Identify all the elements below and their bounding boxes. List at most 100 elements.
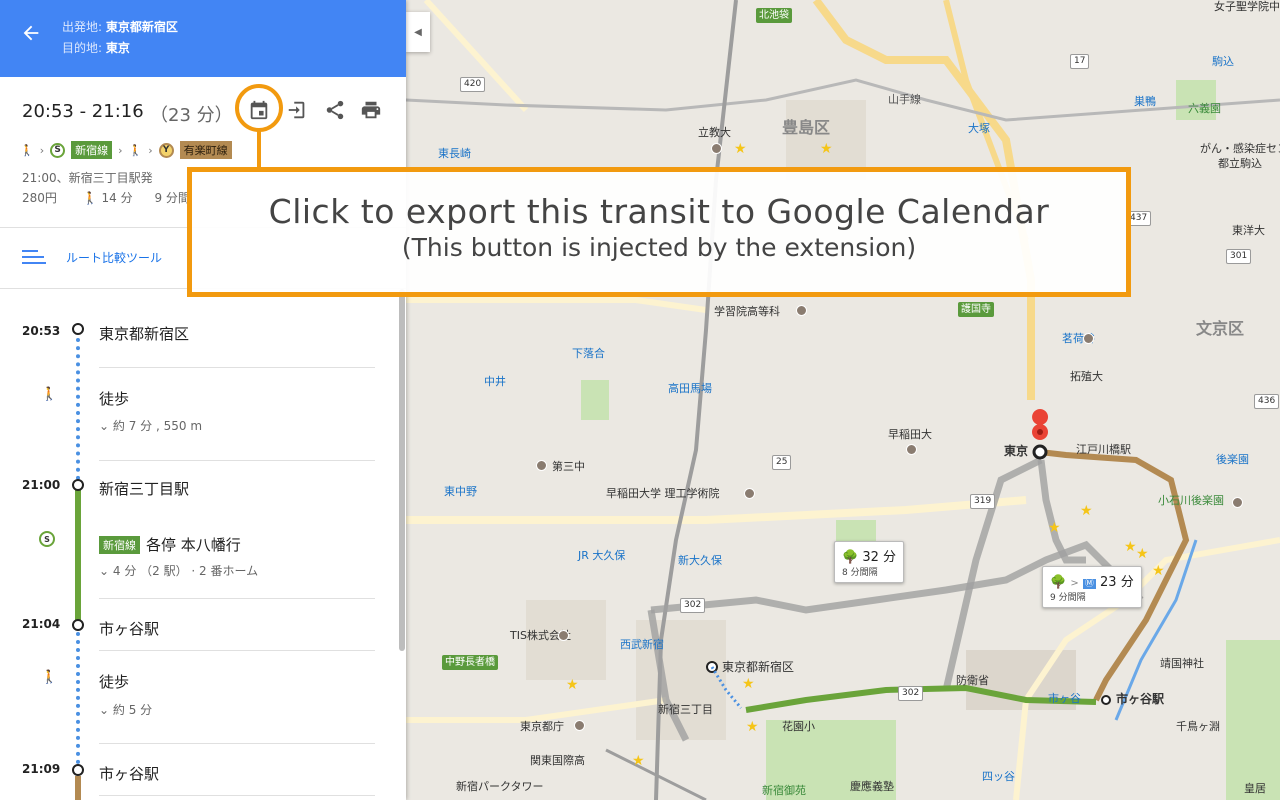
map-label: 女子聖学院中	[1214, 0, 1280, 13]
stop-marker	[72, 764, 84, 776]
step-details-toggle[interactable]: ⌄ 4 分 （2 駅） · 2 番ホーム	[99, 562, 258, 579]
metro-icon: Ⓜ	[1082, 579, 1096, 589]
print-icon	[361, 101, 381, 119]
compare-tool-link[interactable]: ルート比較ツール	[66, 249, 162, 266]
fare: 280円	[22, 191, 57, 205]
map-label: 花園小	[782, 720, 815, 733]
shinjuku-line-icon: S	[39, 531, 55, 547]
transit-row: 新宿線 各停 本八幡行	[99, 534, 241, 555]
star-icon: ★	[1124, 539, 1137, 555]
map-label: 都立駒込	[1218, 157, 1262, 170]
calendar-button-highlight	[235, 84, 283, 132]
collapse-panel-button[interactable]: ◀	[406, 12, 430, 52]
map-label: 新宿パークタワー	[456, 780, 544, 793]
map-label: 四ッ谷	[982, 770, 1015, 783]
map-label: 北池袋	[756, 8, 792, 23]
map-label: 靖国神社	[1160, 657, 1204, 670]
annotation-callout: Click to export this transit to Google C…	[187, 167, 1131, 297]
road-shield: 302	[898, 686, 924, 701]
divider	[99, 795, 375, 796]
map-label: 護国寺	[958, 302, 994, 317]
map-label: 江戸川橋駅	[1076, 443, 1131, 456]
destination-row[interactable]: 目的地: 東京	[62, 40, 130, 56]
map-label: 立教大	[698, 126, 731, 139]
star-icon: ★	[1136, 546, 1149, 562]
walk-icon: 🚶	[41, 670, 58, 685]
poi-icon	[711, 143, 722, 154]
map-label: 大塚	[968, 122, 990, 135]
map-label: 市ヶ谷駅	[1116, 692, 1165, 706]
bubble-interval: 9 分間隔	[1050, 593, 1086, 603]
departure-info: 21:00、新宿三丁目駅発	[22, 171, 153, 185]
origin-key: 出発地:	[62, 20, 103, 34]
map-label: 東長崎	[438, 147, 471, 160]
map-label: がん・感染症セン	[1200, 142, 1280, 155]
directions-header: 出発地: 東京都新宿区 目的地: 東京	[0, 0, 406, 77]
map-label: 六義園	[1188, 102, 1221, 115]
district-label: 文京区	[1196, 319, 1245, 338]
panel-scrollbar[interactable]	[399, 289, 405, 651]
poi-icon	[558, 630, 569, 641]
trip-duration: （23 分）	[150, 105, 233, 126]
trip-time-range: 20:53 - 21:16	[22, 101, 144, 122]
print-button[interactable]	[358, 97, 384, 123]
map-label: 防衛省	[956, 674, 989, 687]
step-place[interactable]: 市ヶ谷駅	[99, 763, 159, 784]
chevron-down-icon: ⌄	[99, 703, 110, 717]
chevron-down-icon: ⌄	[99, 419, 110, 433]
bubble-time: 23 分	[1100, 575, 1134, 590]
shinjuku-line-icon: S	[50, 142, 66, 158]
step-place[interactable]: 東京都新宿区	[99, 323, 189, 344]
walk-icon: 🚶	[41, 387, 58, 402]
road-shield: 302	[680, 598, 706, 613]
map-label: 中井	[484, 375, 506, 388]
share-icon	[326, 100, 344, 120]
origin-value: 東京都新宿区	[105, 20, 178, 34]
poi-icon	[1083, 333, 1094, 344]
road-shield: 319	[970, 494, 996, 509]
step-detail: 約 5 分	[112, 703, 153, 717]
step-mode: 徒歩	[99, 390, 130, 408]
compare-menu-icon	[22, 249, 46, 268]
step-time: 21:00	[22, 478, 61, 492]
origin-row[interactable]: 出発地: 東京都新宿区	[62, 19, 178, 35]
map-label: 駒込	[1212, 55, 1234, 68]
chevron-down-icon: ⌄	[99, 564, 110, 578]
map-canvas[interactable]: 豊島区 文京区 山手線 東京 市ヶ谷駅 東京都新宿区 新宿三丁目 江戸川橋駅 小…	[406, 0, 1280, 800]
star-icon: ★	[746, 719, 759, 735]
road-shield: 301	[1226, 249, 1252, 264]
divider	[99, 650, 375, 651]
shinjuku-line-badge: 新宿線	[71, 141, 113, 159]
route-lines-row: 🚶 › S 新宿線 › 🚶 › Y 有楽町線	[20, 141, 232, 159]
route-option-bubble[interactable]: 🌳 32 分 8 分間隔	[834, 541, 905, 583]
send-to-phone-button[interactable]	[284, 97, 310, 123]
map-label: 山手線	[888, 93, 921, 106]
back-arrow-icon[interactable]	[20, 22, 42, 44]
route-option-bubble[interactable]: 🌳 > Ⓜ 23 分 9 分間隔	[1042, 566, 1142, 608]
step-details-toggle[interactable]: ⌄ 約 7 分 , 550 m	[99, 417, 202, 434]
map-label: JR 大久保	[578, 549, 626, 562]
step-place[interactable]: 新宿三丁目駅	[99, 478, 189, 499]
directions-panel: 出発地: 東京都新宿区 目的地: 東京 20:53 - 21:16 （23 分）	[0, 0, 406, 800]
walk-time: 14 分	[101, 191, 133, 205]
divider	[99, 598, 375, 599]
map-roads	[406, 0, 1280, 800]
step-mode: 徒歩	[99, 673, 130, 691]
star-icon: ★	[1080, 503, 1093, 519]
stop-marker	[72, 619, 84, 631]
step-details-toggle[interactable]: ⌄ 約 5 分	[99, 701, 152, 718]
map-label: 慶應義塾	[850, 780, 894, 793]
poi-icon	[536, 460, 547, 471]
star-icon: ★	[1048, 520, 1061, 536]
map-label: 西武新宿	[620, 638, 664, 651]
step-place[interactable]: 市ヶ谷駅	[99, 618, 159, 639]
map-label: 関東国際高	[530, 754, 585, 767]
map-label: 下落合	[572, 347, 605, 360]
callout-title: Click to export this transit to Google C…	[268, 192, 1050, 231]
map-label: 市ヶ谷	[1048, 692, 1081, 705]
map-label: 新大久保	[678, 554, 722, 567]
star-icon: ★	[632, 753, 645, 769]
destination-value: 東京	[105, 41, 130, 55]
share-button[interactable]	[322, 97, 348, 123]
transit-headsign: 各停 本八幡行	[146, 536, 241, 554]
